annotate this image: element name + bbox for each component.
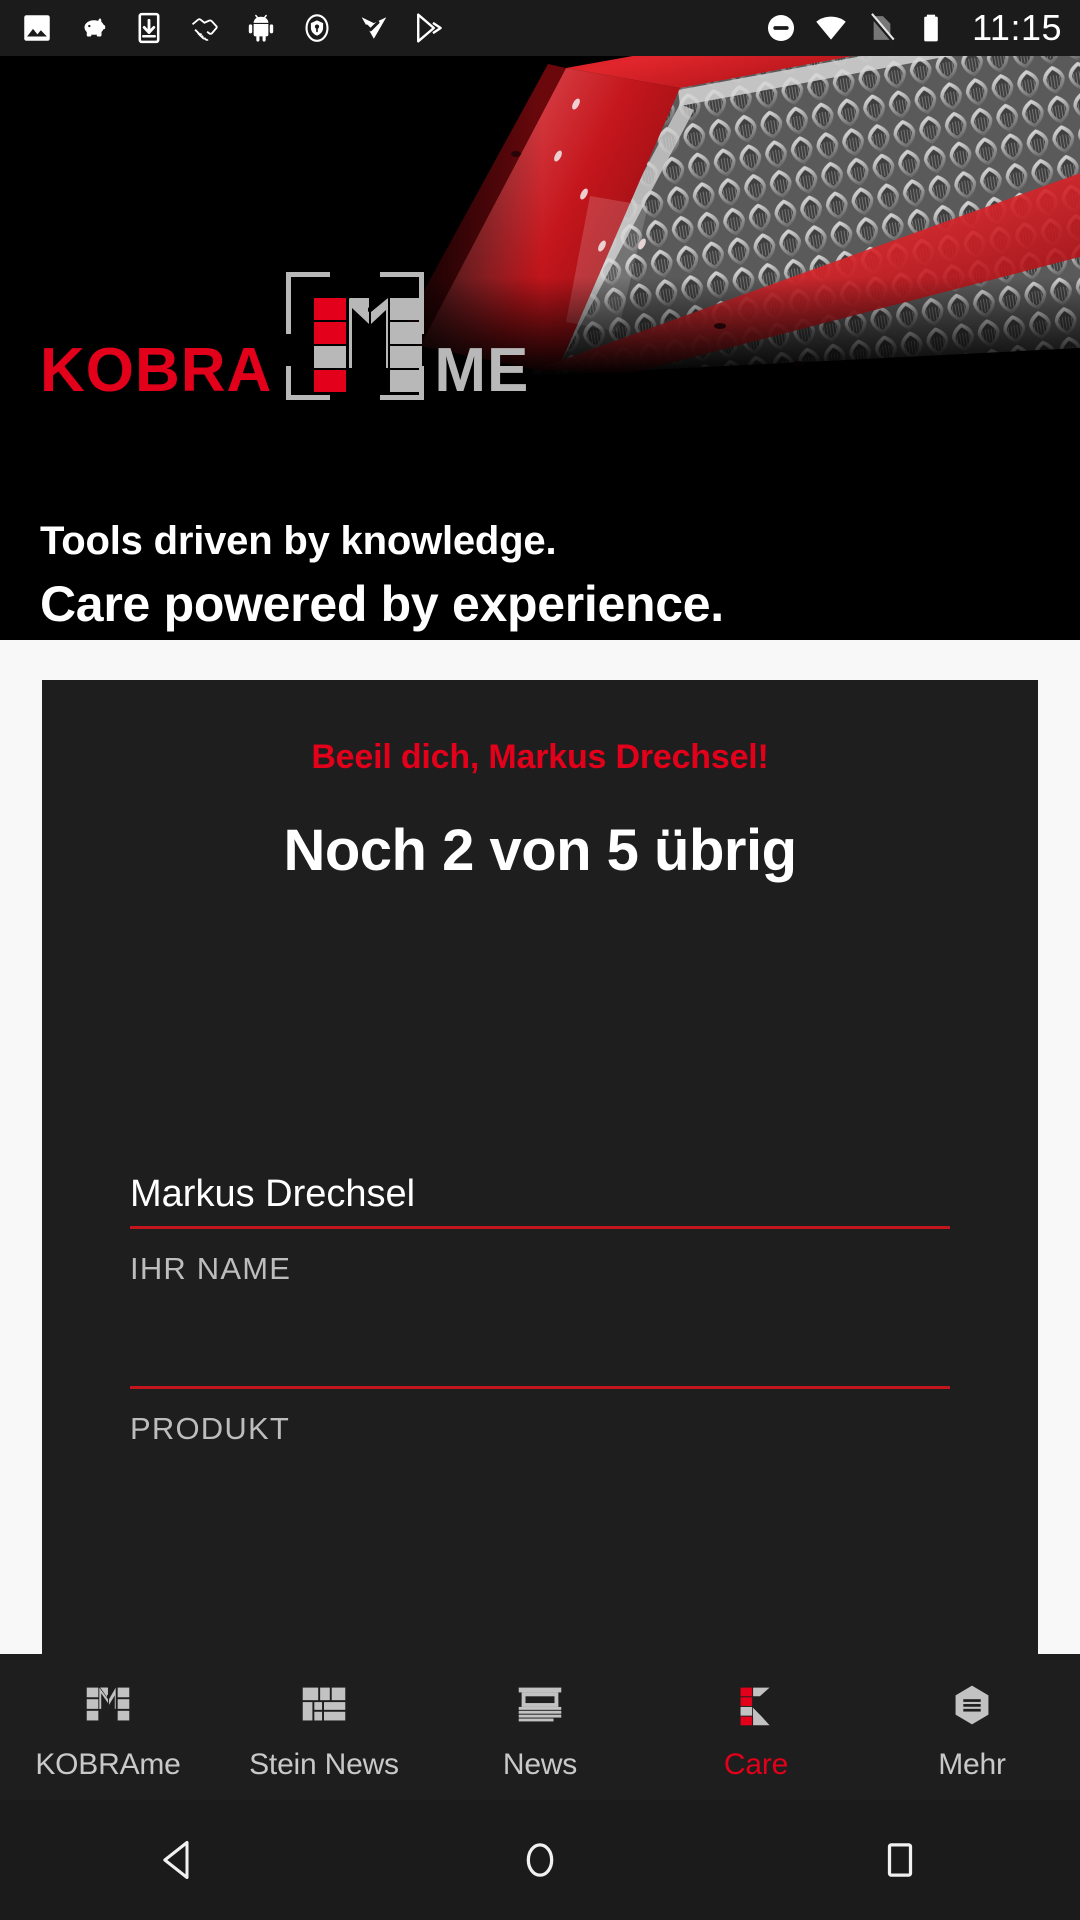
name-field-group: Markus Drechsel IHR NAME xyxy=(130,1173,950,1287)
name-field-label: IHR NAME xyxy=(130,1250,292,1286)
handshake-icon xyxy=(191,18,218,41)
tab-label-stein-news: Stein News xyxy=(249,1748,399,1781)
do-not-disturb-icon xyxy=(768,14,795,42)
tab-stein-news[interactable]: Stein News xyxy=(216,1654,432,1782)
tab-mehr[interactable]: Mehr xyxy=(864,1654,1080,1782)
grid-blocks-icon xyxy=(295,1676,353,1734)
tab-label-kobrame: KOBRAme xyxy=(35,1748,181,1781)
tagline-line-2: Care powered by experience. xyxy=(40,576,724,633)
task-check-icon xyxy=(361,17,387,39)
tab-kobrame[interactable]: KOBRAme xyxy=(0,1654,216,1782)
bottom-tab-bar: KOBRAme Stein News News Care Mehr xyxy=(0,1654,1080,1800)
urgency-message: Beeil dich, Markus Drechsel! xyxy=(311,738,769,776)
care-form-card: Beeil dich, Markus Drechsel! Noch 2 von … xyxy=(42,680,1038,1654)
remaining-count-heading: Noch 2 von 5 übrig xyxy=(283,818,797,883)
tab-label-care: Care xyxy=(723,1748,789,1781)
kobra-m-icon xyxy=(79,1676,137,1734)
piggy-bank-icon xyxy=(84,18,106,37)
wifi-icon xyxy=(816,16,846,40)
android-navigation-bar xyxy=(0,1800,1080,1920)
security-shield-icon xyxy=(305,14,329,42)
name-input[interactable]: Markus Drechsel xyxy=(130,1173,950,1226)
product-field-group: PRODUKT xyxy=(130,1342,950,1447)
logo-suffix-text: ME xyxy=(434,336,530,405)
recents-square-icon[interactable] xyxy=(720,1832,1080,1888)
product-input[interactable] xyxy=(130,1342,950,1386)
no-sim-icon xyxy=(869,13,895,42)
newspaper-icon xyxy=(511,1676,569,1734)
tab-label-mehr: Mehr xyxy=(938,1748,1006,1781)
kobra-me-logo: KOBRA ME xyxy=(40,256,529,406)
status-bar-notification-icons xyxy=(20,11,764,45)
product-field-label: PRODUKT xyxy=(130,1411,290,1446)
home-circle-icon[interactable] xyxy=(360,1832,720,1888)
status-bar: 11:15 xyxy=(0,0,1080,56)
name-field-underline xyxy=(130,1225,950,1229)
battery-icon xyxy=(924,14,938,42)
kobra-m-mark-icon xyxy=(286,272,425,400)
back-triangle-icon[interactable] xyxy=(0,1832,360,1888)
status-bar-clock: 11:15 xyxy=(972,7,1062,48)
play-store-icon xyxy=(417,13,442,43)
tagline-line-1: Tools driven by knowledge. xyxy=(40,519,557,563)
kobra-k-icon xyxy=(727,1676,785,1734)
tab-care[interactable]: Care xyxy=(648,1654,864,1782)
android-icon xyxy=(248,14,274,42)
tab-label-news: News xyxy=(502,1748,578,1781)
logo-brand-text: KOBRA xyxy=(40,336,273,405)
hero-banner: KOBRA ME Tools driven by knowledge. Care… xyxy=(0,56,1080,640)
hexagon-menu-icon xyxy=(943,1676,1001,1734)
status-bar-system-icons: 11:15 xyxy=(764,7,1062,49)
product-field-underline xyxy=(130,1386,950,1389)
hero-tagline: Tools driven by knowledge. Care powered … xyxy=(40,518,724,634)
tab-news[interactable]: News xyxy=(432,1654,648,1782)
download-to-device-icon xyxy=(138,12,160,44)
image-icon xyxy=(24,15,50,41)
